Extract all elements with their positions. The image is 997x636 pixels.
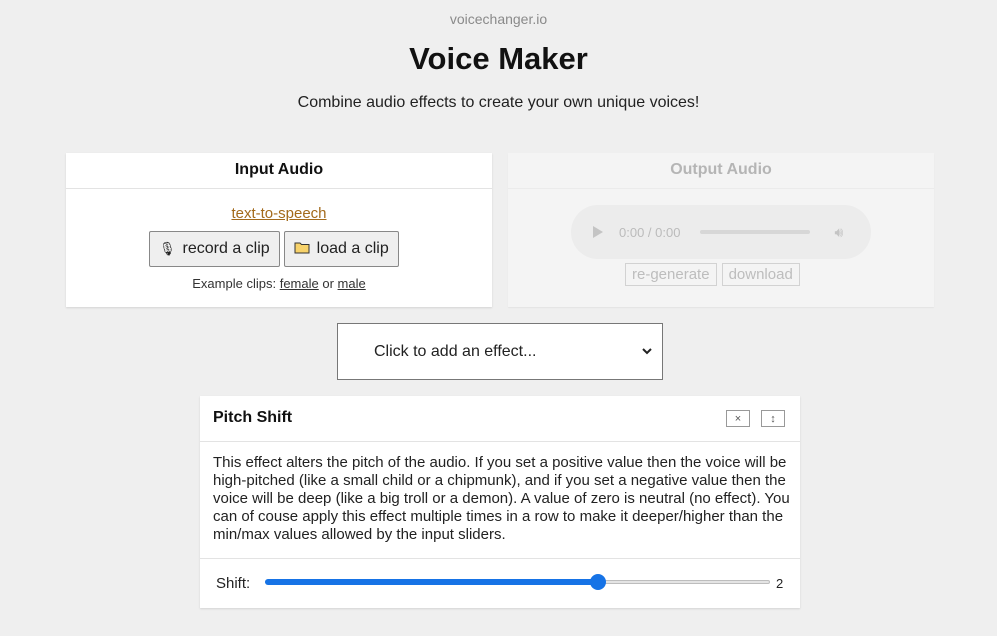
- remove-effect-button[interactable]: ×: [726, 410, 750, 427]
- site-name: voicechanger.io: [449, 11, 548, 27]
- load-clip-label: load a clip: [316, 240, 389, 257]
- effect-divider: [200, 558, 800, 559]
- example-clips: Example clips: female or male: [66, 276, 492, 291]
- shift-value: 2: [776, 576, 784, 591]
- record-clip-label: record a clip: [182, 240, 270, 257]
- example-male-link[interactable]: male: [338, 276, 366, 291]
- input-audio-header: Input Audio: [66, 153, 492, 189]
- page-subtitle: Combine audio effects to create your own…: [297, 94, 700, 111]
- reorder-effect-button[interactable]: ↕: [761, 410, 785, 427]
- playback-time: 0:00 / 0:00: [619, 224, 681, 240]
- add-effect-selected: Click to add an effect...: [374, 342, 537, 360]
- playback-track[interactable]: [700, 230, 811, 234]
- play-icon[interactable]: [593, 226, 603, 238]
- slider-thumb[interactable]: [590, 574, 606, 590]
- volume-icon[interactable]: 🔊︎: [834, 224, 843, 241]
- example-or-text: or: [322, 276, 334, 291]
- load-clip-button[interactable]: load a clip: [283, 231, 399, 267]
- move-icon: ↕: [770, 413, 776, 425]
- example-female-link[interactable]: female: [280, 276, 319, 291]
- close-icon: ×: [734, 413, 742, 425]
- effect-description: This effect alters the pitch of the audi…: [213, 454, 790, 543]
- audio-player[interactable]: 0:00 / 0:00 🔊︎: [571, 205, 871, 259]
- regenerate-button[interactable]: re-generate: [625, 263, 717, 286]
- output-buttons: re-generate download: [625, 263, 800, 286]
- pitch-shift-effect-card: Pitch Shift × ↕ This effect alters the p…: [200, 396, 800, 608]
- example-clips-prefix: Example clips:: [192, 276, 277, 291]
- page-title: Voice Maker: [409, 41, 588, 76]
- record-clip-button[interactable]: 🎙 record a clip: [149, 231, 280, 267]
- folder-icon: [294, 241, 310, 257]
- slider-fill: [265, 579, 598, 585]
- effect-title: Pitch Shift: [213, 409, 293, 426]
- effect-header: Pitch Shift × ↕: [200, 396, 800, 442]
- input-audio-panel: Input Audio text-to-speech 🎙 record a cl…: [66, 153, 492, 307]
- output-audio-panel: Output Audio 0:00 / 0:00 🔊︎ re-generate …: [508, 153, 934, 307]
- add-effect-select[interactable]: Click to add an effect...: [337, 323, 663, 380]
- input-buttons: 🎙 record a clip load a clip: [149, 231, 399, 267]
- chevron-down-icon: [642, 348, 652, 355]
- output-audio-header: Output Audio: [508, 153, 934, 189]
- download-button[interactable]: download: [721, 263, 800, 286]
- shift-slider[interactable]: [265, 574, 770, 590]
- microphone-icon: 🎙: [159, 241, 176, 256]
- shift-label: Shift:: [216, 575, 251, 592]
- text-to-speech-link[interactable]: text-to-speech: [66, 205, 492, 222]
